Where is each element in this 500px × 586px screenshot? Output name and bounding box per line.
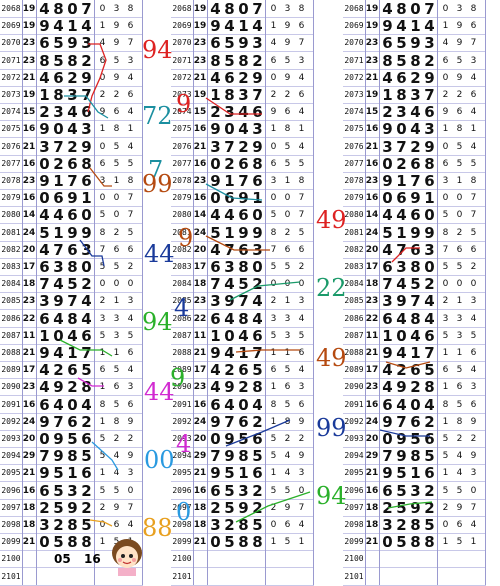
trend-annotation: 22 bbox=[316, 274, 347, 302]
bottom-number-left: 05 bbox=[54, 552, 71, 566]
trend-annotation: 49 bbox=[316, 344, 347, 372]
trend-annotation: 44 bbox=[144, 378, 175, 406]
trend-annotation: 94 bbox=[142, 36, 173, 64]
trend-lines bbox=[59, 43, 433, 527]
trend-annotation: 9 bbox=[178, 224, 194, 252]
trend-annotation: 94 bbox=[316, 482, 347, 510]
trend-annotation: 49 bbox=[316, 206, 347, 234]
trend-annotation: 0 bbox=[176, 498, 192, 526]
trend-annotation: 72 bbox=[142, 102, 173, 130]
trend-annotation: 4 bbox=[174, 294, 190, 322]
trend-annotation: 88 bbox=[142, 514, 173, 542]
trend-annotation: 44 bbox=[144, 240, 175, 268]
trend-annotation: 4 bbox=[176, 430, 192, 458]
bottom-number-right: 16 bbox=[84, 552, 101, 566]
trend-annotation: 99 bbox=[316, 414, 347, 442]
mascot-face bbox=[108, 536, 146, 576]
trend-annotation: 00 bbox=[144, 446, 175, 474]
trend-annotation: 99 bbox=[142, 170, 173, 198]
trend-annotation: 9 bbox=[176, 90, 192, 118]
trend-annotation: 94 bbox=[142, 308, 173, 336]
